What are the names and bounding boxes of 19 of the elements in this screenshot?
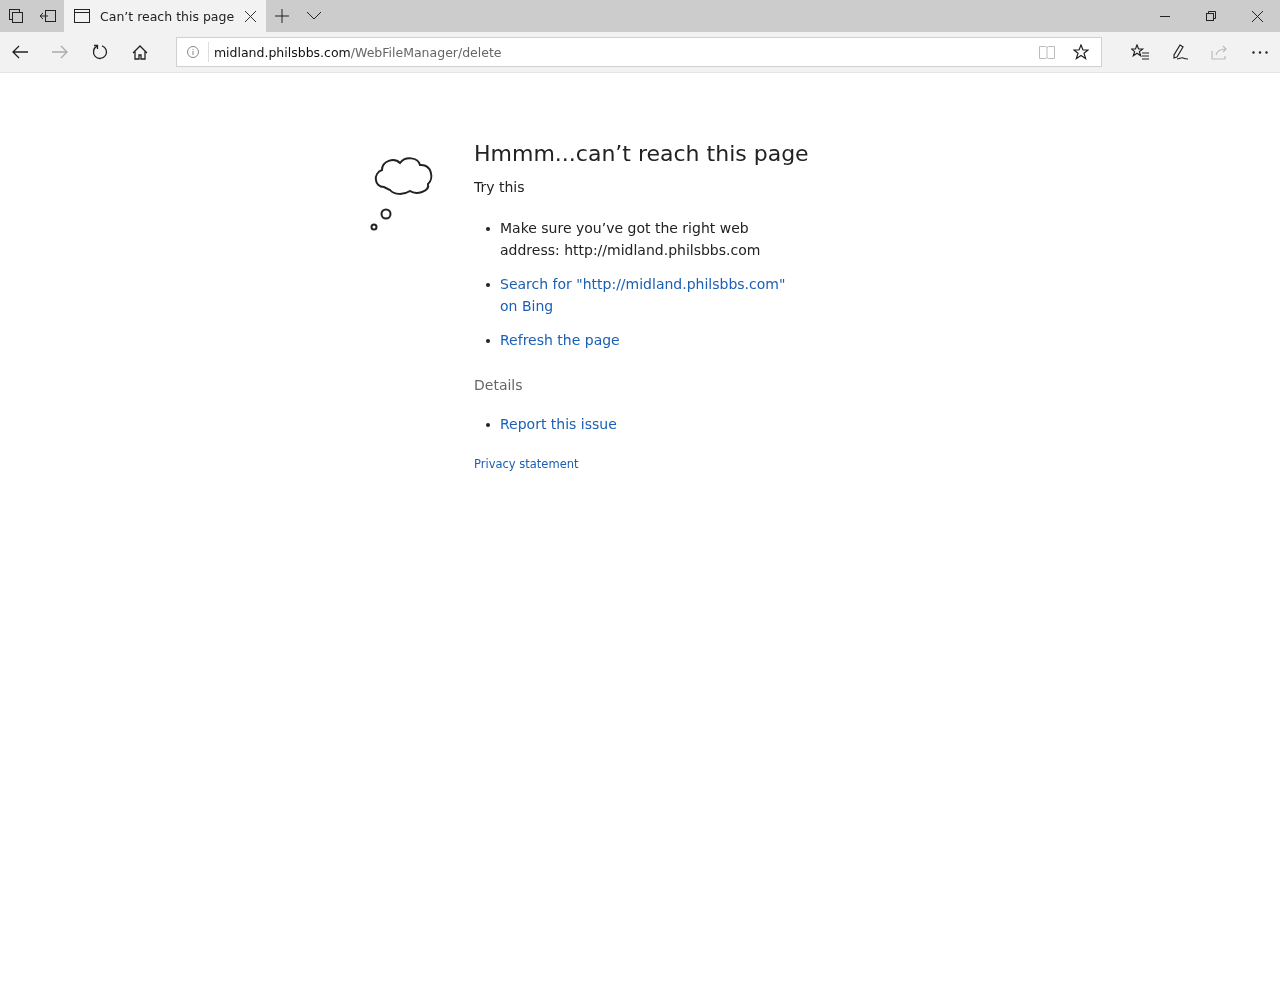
suggestion-link[interactable]: Search for "http://midland.philsbbs.com" on Bing	[500, 273, 790, 317]
url-text: midland.philsbbs.com/WebFileManager/delete	[213, 44, 502, 60]
address-field[interactable]: midland.philsbbs.com/WebFileManager/delete	[175, 37, 1103, 67]
error-heading: Hmmm...can’t reach this page	[474, 140, 809, 168]
bullet-icon	[486, 423, 490, 427]
favorite-star-icon[interactable]	[1073, 44, 1090, 60]
suggestion-text: Make sure you’ve got the right web address: http://midland.philsbbs.com	[500, 219, 762, 260]
browser-tab[interactable]: Can’t reach this page	[64, 0, 266, 32]
info-icon	[186, 46, 199, 58]
bullet-icon	[486, 339, 490, 343]
privacy-statement-link[interactable]: Privacy statement	[474, 457, 579, 471]
page-icon	[74, 9, 90, 23]
close-tab-icon[interactable]	[245, 10, 256, 22]
report-issue-link[interactable]: Report this issue	[500, 413, 617, 435]
bullet-icon	[486, 283, 490, 287]
suggestion-link[interactable]: Refresh the page	[500, 329, 620, 351]
bullet-icon	[486, 227, 490, 231]
details-heading: Details	[474, 377, 524, 393]
try-this-heading: Try this	[474, 179, 526, 195]
